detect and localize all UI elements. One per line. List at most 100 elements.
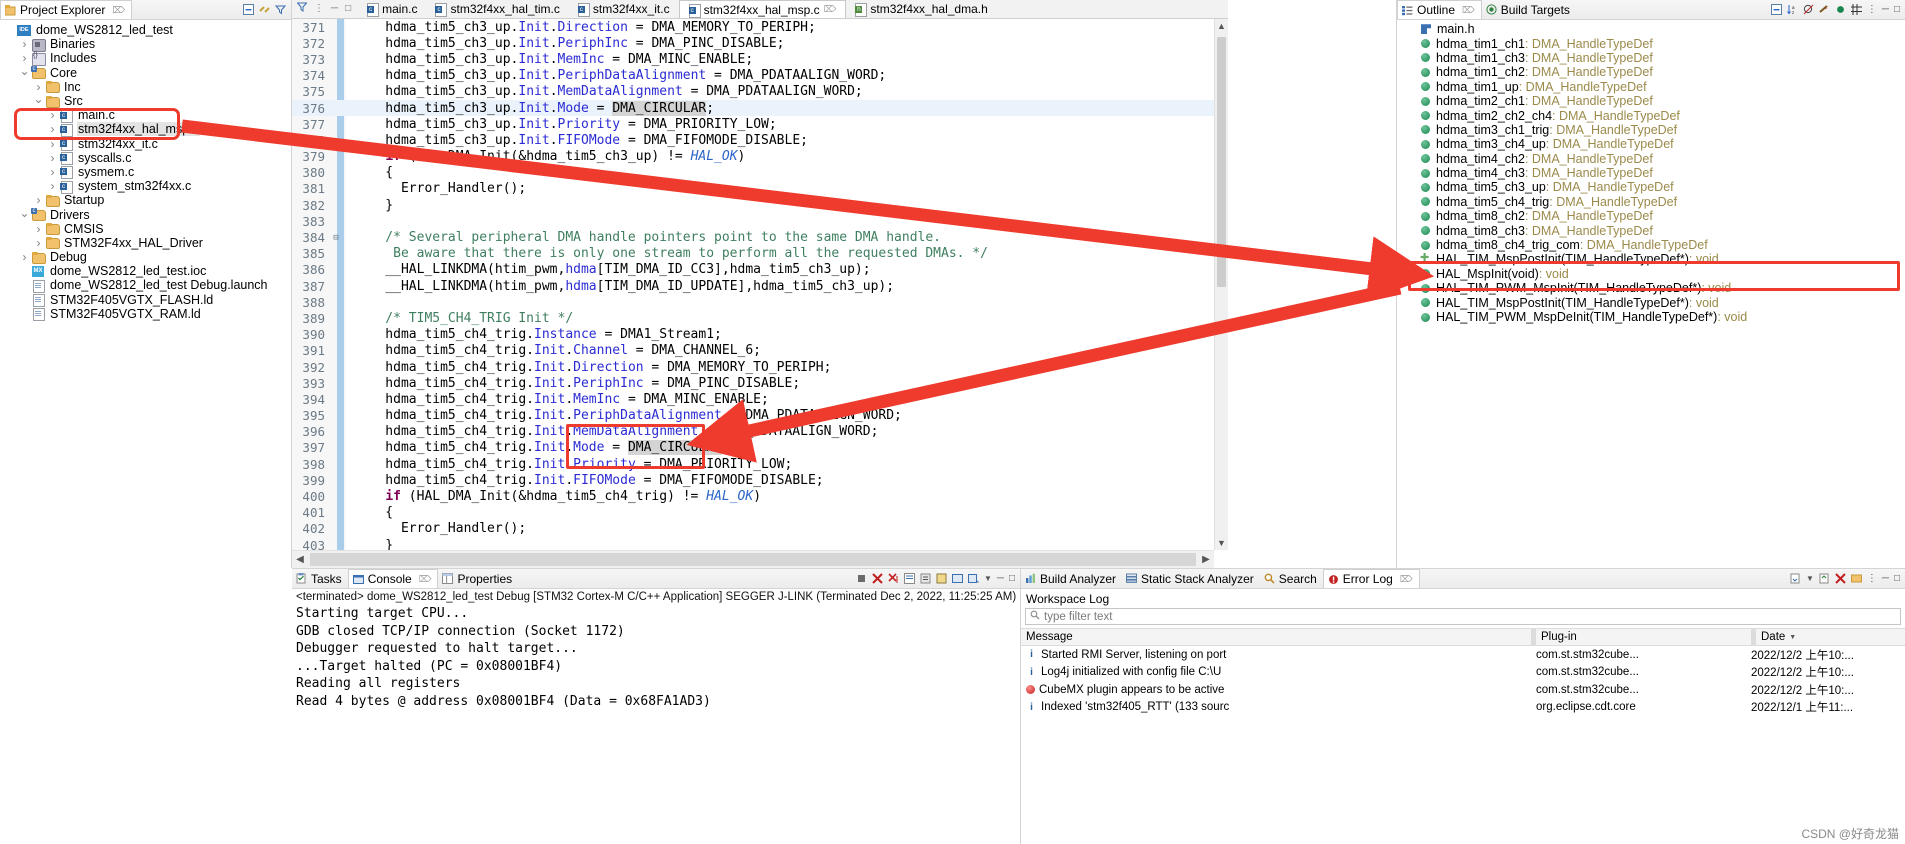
tree-item-syscalls-c[interactable]: syscalls.c: [0, 151, 291, 166]
outline-item-hdma-tim1-ch1[interactable]: hdma_tim1_ch1 : DMA_HandleTypeDef: [1397, 36, 1905, 51]
code-line[interactable]: 393 hdma_tim5_ch4_trig.Init.PeriphInc = …: [292, 375, 1214, 391]
outline-item-hdma-tim4-ch2[interactable]: hdma_tim4_ch2 : DMA_HandleTypeDef: [1397, 152, 1905, 166]
collapse-all-icon[interactable]: [243, 4, 254, 15]
maximize-icon[interactable]: □: [1894, 573, 1900, 584]
editor-tab-stm32f4xx-hal-dma-h[interactable]: stm32f4xx_hal_dma.h: [846, 0, 996, 18]
collapse-all-icon[interactable]: [1770, 4, 1782, 15]
chevron-right-icon[interactable]: [32, 222, 45, 236]
tab-properties[interactable]: Properties: [438, 569, 518, 588]
clear-console-icon[interactable]: [903, 573, 915, 584]
h-scroll-track[interactable]: [310, 553, 1196, 566]
minimize-icon[interactable]: ─: [1882, 4, 1889, 15]
chevron-right-icon[interactable]: [46, 165, 59, 179]
chevron-down-icon[interactable]: ▼: [1806, 574, 1814, 583]
code-line[interactable]: 388: [292, 294, 1214, 310]
chevron-down-icon[interactable]: ▼: [984, 574, 992, 583]
outline-item-hal-tim-msppostinit-tim-handletypedef-[interactable]: HAL_TIM_MspPostInit(TIM_HandleTypeDef*) …: [1397, 295, 1905, 310]
tab-error-log[interactable]: Error Log ⌦: [1322, 569, 1420, 588]
tab-static-stack-analyzer[interactable]: Static Stack Analyzer: [1122, 569, 1260, 588]
tree-item-binaries[interactable]: Binaries: [0, 37, 291, 52]
outline-item-hdma-tim3-ch1-trig[interactable]: hdma_tim3_ch1_trig : DMA_HandleTypeDef: [1397, 123, 1905, 137]
scroll-thumb[interactable]: [1217, 37, 1226, 287]
outline-item-hdma-tim1-ch2[interactable]: hdma_tim1_ch2 : DMA_HandleTypeDef: [1397, 65, 1905, 79]
close-icon[interactable]: ⌦: [419, 574, 432, 585]
minimize-icon[interactable]: ─: [331, 3, 338, 14]
outline-item-hdma-tim8-ch3[interactable]: hdma_tim8_ch3 : DMA_HandleTypeDef: [1397, 223, 1905, 238]
outline-list[interactable]: main.h hdma_tim1_ch1 : DMA_HandleTypeDef h…: [1397, 20, 1905, 568]
log-column-headers[interactable]: Message Plug-in Date ▼: [1021, 628, 1905, 646]
tree-item-stm32f4xx-hal-driver[interactable]: STM32F4xx_HAL_Driver: [0, 236, 291, 250]
chevron-right-icon[interactable]: [18, 250, 31, 264]
code-line[interactable]: 372 hdma_tim5_ch3_up.Init.PeriphInc = DM…: [292, 35, 1214, 51]
outline-item-hdma-tim8-ch4-trig-com[interactable]: hdma_tim8_ch4_trig_com : DMA_HandleTypeD…: [1397, 238, 1905, 252]
hide-nonpublic-icon[interactable]: [1835, 4, 1846, 15]
tab-search[interactable]: Search: [1260, 569, 1323, 588]
tree-item-drivers[interactable]: Drivers: [0, 207, 291, 222]
log-row[interactable]: i Started RMI Server, listening on port co…: [1021, 646, 1905, 664]
tree-item-dome-ws2812-led-test-debug-launch[interactable]: dome_WS2812_led_test Debug.launch: [0, 278, 291, 293]
scroll-left-arrow[interactable]: ◀: [292, 554, 308, 565]
sort-icon[interactable]: az: [1786, 4, 1798, 15]
close-icon[interactable]: ⌦: [824, 4, 837, 15]
tree-item-dome-ws2812-led-test[interactable]: dome_WS2812_led_test: [0, 23, 291, 37]
view-menu-icon[interactable]: ⋮: [314, 3, 324, 14]
scroll-lock-icon[interactable]: [920, 573, 931, 584]
restore-log-icon[interactable]: [1819, 573, 1830, 584]
delete-log-icon[interactable]: [1835, 573, 1846, 584]
code-line[interactable]: 400 if (HAL_DMA_Init(&hdma_tim5_ch4_trig…: [292, 488, 1214, 504]
code-line[interactable]: 382 }: [292, 197, 1214, 213]
view-menu-icon[interactable]: ⋮: [1867, 4, 1877, 15]
tree-item-sysmem-c[interactable]: sysmem.c: [0, 165, 291, 180]
column-header-plugin[interactable]: Plug-in: [1536, 631, 1751, 643]
code-line[interactable]: 402 Error_Handler();: [292, 521, 1214, 537]
chevron-down-icon[interactable]: [18, 208, 31, 222]
code-line[interactable]: 392 hdma_tim5_ch4_trig.Init.Direction = …: [292, 359, 1214, 375]
code-line[interactable]: 383: [292, 213, 1214, 229]
tab-project-explorer[interactable]: Project Explorer ⌦: [0, 0, 133, 19]
fold-collapse-icon[interactable]: ⊟: [330, 233, 342, 243]
editor-vertical-scrollbar[interactable]: ▲ ▼: [1214, 19, 1228, 550]
editor-tab-main-c[interactable]: main.c: [358, 0, 426, 18]
code-line[interactable]: 373 hdma_tim5_ch3_up.Init.MemInc = DMA_M…: [292, 51, 1214, 67]
code-line[interactable]: 376 hdma_tim5_ch3_up.Init.Mode = DMA_CIR…: [292, 99, 1214, 117]
export-log-icon[interactable]: [1790, 573, 1801, 584]
code-line[interactable]: 403 }: [292, 537, 1214, 550]
tree-item-debug[interactable]: Debug: [0, 250, 291, 264]
tree-item-includes[interactable]: Includes: [0, 51, 291, 66]
chevron-right-icon[interactable]: [32, 193, 45, 207]
display-console-icon[interactable]: [951, 573, 963, 584]
column-header-message[interactable]: Message: [1021, 631, 1531, 643]
tree-item-src[interactable]: Src: [0, 94, 291, 108]
code-line[interactable]: 390 hdma_tim5_ch4_trig.Instance = DMA1_S…: [292, 327, 1214, 343]
chevron-right-icon[interactable]: [46, 151, 59, 165]
editor-horizontal-scrollbar[interactable]: ◀ ▶: [292, 550, 1214, 568]
outline-item-hdma-tim1-ch3[interactable]: hdma_tim1_ch3 : DMA_HandleTypeDef: [1397, 51, 1905, 65]
code-line[interactable]: 391 hdma_tim5_ch4_trig.Init.Channel = DM…: [292, 343, 1214, 359]
tree-item-startup[interactable]: Startup: [0, 193, 291, 207]
code-line[interactable]: 380 {: [292, 165, 1214, 181]
stop-icon[interactable]: [856, 573, 867, 584]
editor-tab-stm32f4xx-hal-msp-c[interactable]: stm32f4xx_hal_msp.c ⌦: [678, 0, 847, 18]
code-line[interactable]: 371 hdma_tim5_ch3_up.Init.Direction = DM…: [292, 19, 1214, 35]
tree-item-stm32f405vgtx-ram-ld[interactable]: STM32F405VGTX_RAM.ld: [0, 307, 291, 322]
code-line[interactable]: 394 hdma_tim5_ch4_trig.Init.MemInc = DMA…: [292, 391, 1214, 407]
outline-item-hdma-tim5-ch3-up[interactable]: hdma_tim5_ch3_up : DMA_HandleTypeDef: [1397, 180, 1905, 194]
log-row[interactable]: CubeMX plugin appears to be active com.st…: [1021, 681, 1905, 699]
maximize-icon[interactable]: □: [1894, 4, 1900, 15]
code-line[interactable]: 389 /* TIM5_CH4_TRIG Init */: [292, 310, 1214, 326]
code-line[interactable]: 385 Be aware that there is only one stre…: [292, 246, 1214, 262]
code-line[interactable]: 374 hdma_tim5_ch3_up.Init.PeriphDataAlig…: [292, 68, 1214, 84]
remove-all-icon[interactable]: [888, 573, 899, 584]
code-line[interactable]: 379 if (HAL_DMA_Init(&hdma_tim5_ch3_up) …: [292, 149, 1214, 165]
tree-item-system-stm32f4xx-c[interactable]: system_stm32f4xx.c: [0, 179, 291, 194]
outline-item-main-h[interactable]: main.h: [1397, 22, 1905, 36]
chevron-right-icon[interactable]: [18, 37, 31, 51]
maximize-icon[interactable]: □: [1009, 573, 1015, 584]
tab-tasks[interactable]: Tasks: [292, 569, 348, 588]
log-filter-input[interactable]: type filter text: [1025, 608, 1901, 625]
column-header-date[interactable]: Date ▼: [1756, 631, 1886, 643]
outline-item-hdma-tim2-ch1[interactable]: hdma_tim2_ch1 : DMA_HandleTypeDef: [1397, 94, 1905, 108]
code-line[interactable]: 386 __HAL_LINKDMA(htim_pwm,hdma[TIM_DMA_…: [292, 262, 1214, 278]
hide-fields-icon[interactable]: [1803, 4, 1814, 15]
editor-tab-stm32f4xx-hal-tim-c[interactable]: stm32f4xx_hal_tim.c: [426, 0, 568, 18]
